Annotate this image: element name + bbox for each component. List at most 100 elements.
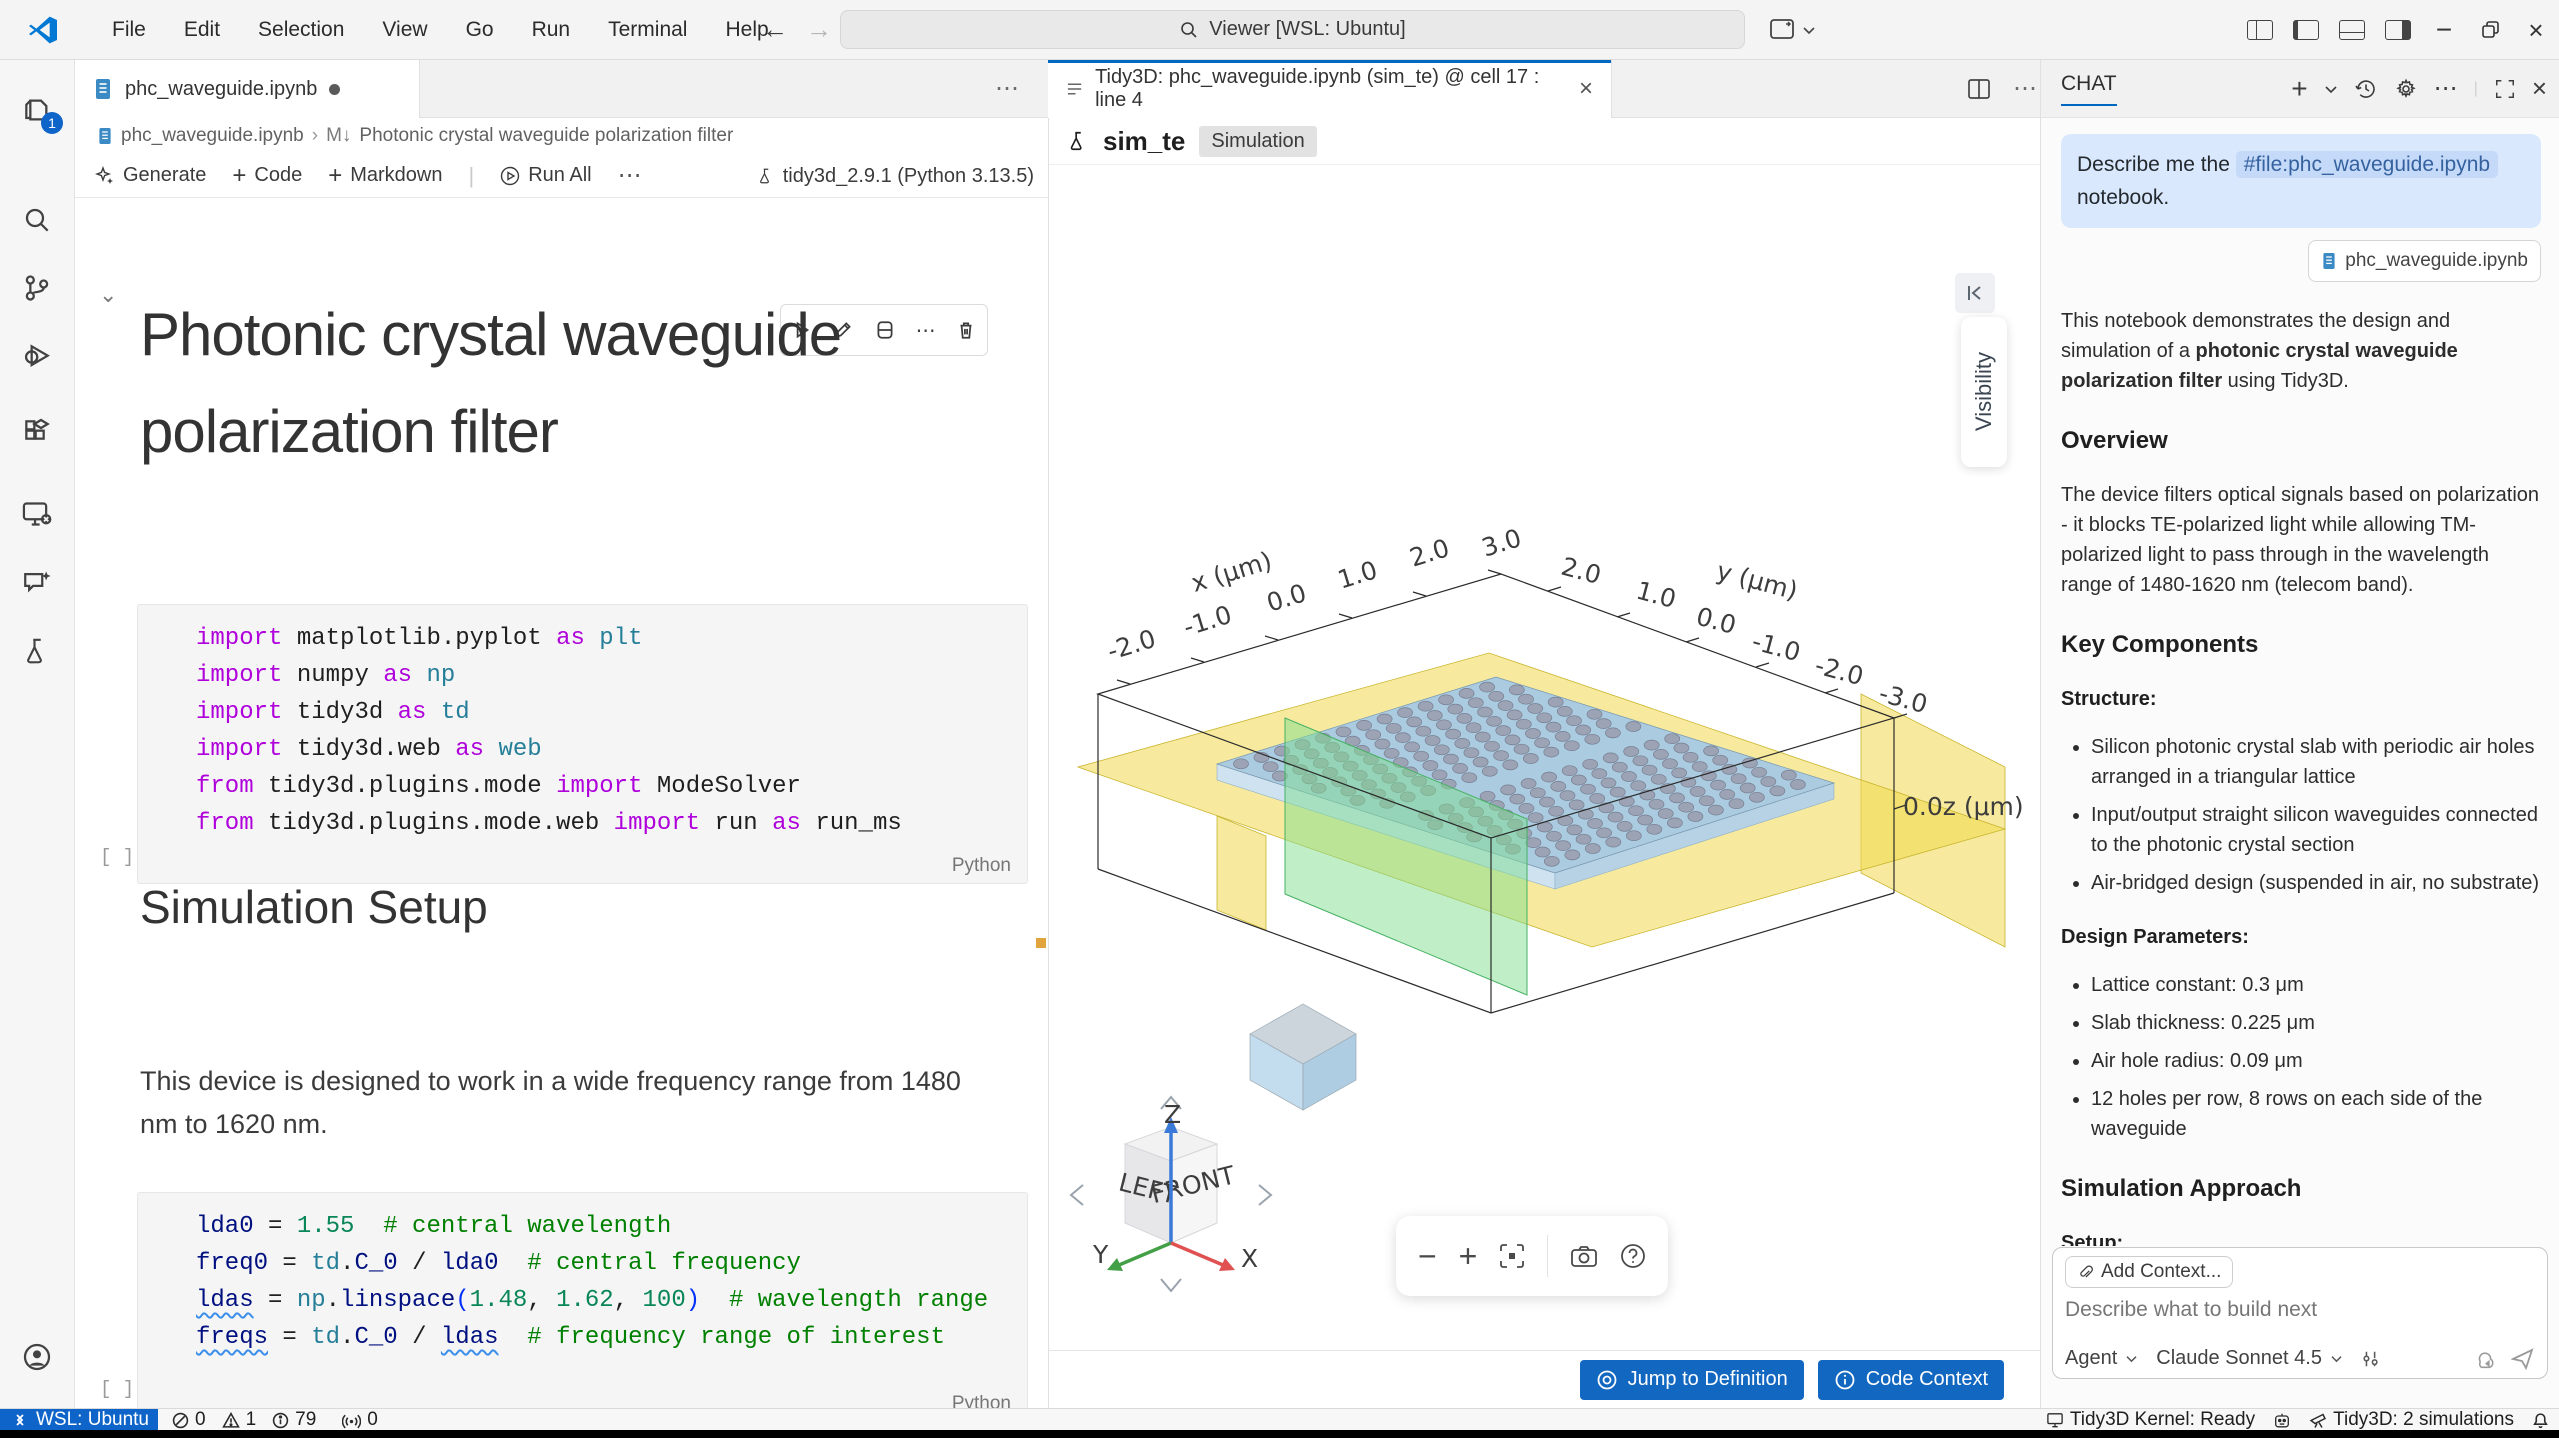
menu-run[interactable]: Run — [532, 18, 571, 42]
menu-edit[interactable]: Edit — [184, 18, 220, 42]
robot-indicator[interactable] — [2273, 1412, 2291, 1429]
code-editor[interactable]: lda0 = 1.55 # central wavelengthfreq0 = … — [138, 1193, 1027, 1375]
zoom-out-icon[interactable]: − — [1418, 1238, 1437, 1275]
code-cell-imports[interactable]: import matplotlib.pyplot as pltimport nu… — [137, 604, 1028, 884]
split-editor-icon[interactable] — [1967, 78, 1991, 100]
chat-input-box[interactable]: Add Context... Describe what to build ne… — [2052, 1247, 2548, 1379]
activity-bar: 1 — [0, 60, 75, 1408]
voice-icon[interactable] — [2473, 1348, 2497, 1370]
chevron-down-icon — [2125, 1354, 2138, 1363]
gear-icon[interactable] — [2394, 77, 2418, 101]
new-chat-icon[interactable]: + — [2291, 73, 2307, 105]
minimize-button[interactable]: − — [2421, 0, 2467, 60]
sidebar-item-search[interactable] — [17, 200, 57, 240]
agent-mode-dropdown[interactable]: Agent — [2065, 1347, 2117, 1370]
tab-phc-waveguide[interactable]: phc_waveguide.ipynb — [75, 60, 420, 118]
sidebar-item-testing-flask[interactable] — [17, 631, 57, 671]
remote-indicator[interactable]: WSL: Ubuntu — [0, 1409, 158, 1431]
panel-layout-icon — [1770, 18, 1796, 42]
back-arrow-icon[interactable]: ← — [762, 14, 788, 45]
account-button[interactable] — [17, 1337, 57, 1377]
add-code-button[interactable]: +Code — [232, 162, 302, 190]
tools-icon[interactable] — [2361, 1349, 2381, 1369]
generate-button[interactable]: Generate — [95, 164, 206, 187]
navigation-cube[interactable]: LEFT FRONT Z Y X — [1071, 1097, 1271, 1291]
code-editor[interactable]: import matplotlib.pyplot as pltimport nu… — [138, 605, 1027, 861]
chat-conversation[interactable]: Describe me the #file:phc_waveguide.ipyn… — [2041, 118, 2559, 1246]
camera-icon[interactable] — [1570, 1244, 1598, 1268]
tab-chat[interactable]: CHAT — [2061, 72, 2117, 106]
code-cell-parameters[interactable]: lda0 = 1.55 # central wavelengthfreq0 = … — [137, 1192, 1028, 1422]
breadcrumb-section[interactable]: Photonic crystal waveguide polarization … — [359, 125, 733, 147]
chat-more-icon[interactable]: ⋯ — [2434, 74, 2458, 103]
svg-text:1.0: 1.0 — [1633, 576, 1679, 614]
sidebar-item-source-control[interactable] — [17, 268, 57, 308]
flask-icon — [757, 165, 775, 187]
kernel-picker[interactable]: tidy3d_2.9.1 (Python 3.13.5) — [757, 154, 1034, 198]
close-window-button[interactable]: × — [2513, 0, 2559, 60]
fit-view-icon[interactable] — [1499, 1243, 1525, 1269]
rotate-right-icon[interactable] — [1259, 1185, 1271, 1205]
notifications-button[interactable] — [2532, 1412, 2549, 1429]
run-all-button[interactable]: Run All — [500, 164, 591, 187]
menu-go[interactable]: Go — [466, 18, 494, 42]
menu-terminal[interactable]: Terminal — [608, 18, 687, 42]
kernel-status[interactable]: Tidy3D Kernel: Ready — [2046, 1409, 2255, 1431]
collapse-chevron-icon[interactable]: ⌄ — [99, 282, 117, 308]
problems-infos[interactable]: 79 — [272, 1409, 316, 1431]
history-icon[interactable] — [2354, 77, 2378, 101]
cell-language-label[interactable]: Python — [952, 855, 1011, 877]
sidebar-item-chat-sparkle[interactable] — [17, 562, 57, 602]
rotate-down-icon[interactable] — [1161, 1279, 1181, 1291]
list-item: Air-bridged design (suspended in air, no… — [2091, 868, 2541, 898]
chat-input-placeholder[interactable]: Describe what to build next — [2065, 1298, 2535, 1322]
menu-file[interactable]: File — [112, 18, 146, 42]
forward-arrow-icon[interactable]: → — [806, 14, 832, 45]
menu-view[interactable]: View — [382, 18, 427, 42]
viewport-toolbar: − + — [1396, 1216, 1668, 1296]
model-dropdown[interactable]: Claude Sonnet 4.5 — [2156, 1347, 2322, 1370]
sidebar-item-extensions[interactable] — [17, 412, 57, 452]
toggle-panel-icon[interactable] — [2329, 0, 2375, 60]
toggle-secondary-sidebar-icon[interactable] — [2375, 0, 2421, 60]
expand-icon[interactable] — [2494, 78, 2516, 100]
toggle-sidebar-icon[interactable] — [2237, 0, 2283, 60]
chevron-down-icon[interactable] — [2324, 84, 2338, 94]
editor-actions-more-icon[interactable]: ⋯ — [995, 74, 1019, 103]
sidebar-item-explorer[interactable]: 1 — [17, 90, 57, 130]
layout-toggle-button[interactable] — [1770, 18, 1816, 42]
problems-errors[interactable]: 0 — [172, 1409, 206, 1431]
jump-to-definition-button[interactable]: Jump to Definition — [1580, 1360, 1804, 1400]
collapse-left-icon — [1965, 284, 1985, 302]
collapse-panel-button[interactable] — [1955, 273, 1995, 313]
tidy3d-simulations[interactable]: Tidy3D: 2 simulations — [2309, 1409, 2514, 1431]
zoom-in-icon[interactable]: + — [1459, 1238, 1478, 1275]
z-axis-label: 0.0z (μm) — [1903, 792, 2024, 821]
close-tab-icon[interactable]: × — [1579, 75, 1593, 103]
add-markdown-button[interactable]: +Markdown — [328, 162, 442, 190]
sidebar-item-run-debug[interactable] — [17, 337, 57, 377]
viewer-actions-more-icon[interactable]: ⋯ — [2013, 74, 2037, 103]
ports-indicator[interactable]: 0 — [342, 1409, 378, 1431]
tidy3d-scene[interactable]: x (μm) -2.0 -1.0 0.0 1.0 2.0 3.0 y (μm) … — [1049, 165, 2041, 1350]
tab-tidy3d-viewer[interactable]: Tidy3D: phc_waveguide.ipynb (sim_te) @ c… — [1048, 60, 1612, 118]
toggle-primary-sidebar-icon[interactable] — [2283, 0, 2329, 60]
toolbar-more-icon[interactable]: ⋯ — [618, 161, 642, 190]
menu-selection[interactable]: Selection — [258, 18, 344, 42]
3d-viewport[interactable]: x (μm) -2.0 -1.0 0.0 1.0 2.0 3.0 y (μm) … — [1049, 165, 2041, 1350]
file-reference-chip[interactable]: #file:phc_waveguide.ipynb — [2236, 151, 2498, 178]
add-context-button[interactable]: Add Context... — [2065, 1256, 2233, 1288]
help-icon[interactable] — [1620, 1243, 1646, 1269]
attached-file-chip[interactable]: phc_waveguide.ipynb — [2308, 240, 2541, 282]
code-context-button[interactable]: Code Context — [1818, 1360, 2004, 1400]
restore-button[interactable] — [2467, 0, 2513, 60]
visibility-tab[interactable]: Visibility — [1961, 317, 2007, 467]
sidebar-item-remote-explorer[interactable] — [17, 494, 57, 534]
breadcrumb[interactable]: phc_waveguide.ipynb › M↓ Photonic crysta… — [75, 118, 1048, 154]
problems-warnings[interactable]: 1 — [222, 1409, 257, 1431]
send-icon[interactable] — [2511, 1348, 2535, 1370]
rotate-left-icon[interactable] — [1071, 1185, 1083, 1205]
close-chat-icon[interactable]: × — [2532, 73, 2547, 104]
command-center-search[interactable]: Viewer [WSL: Ubuntu] — [840, 10, 1745, 49]
breadcrumb-file[interactable]: phc_waveguide.ipynb — [121, 125, 304, 147]
